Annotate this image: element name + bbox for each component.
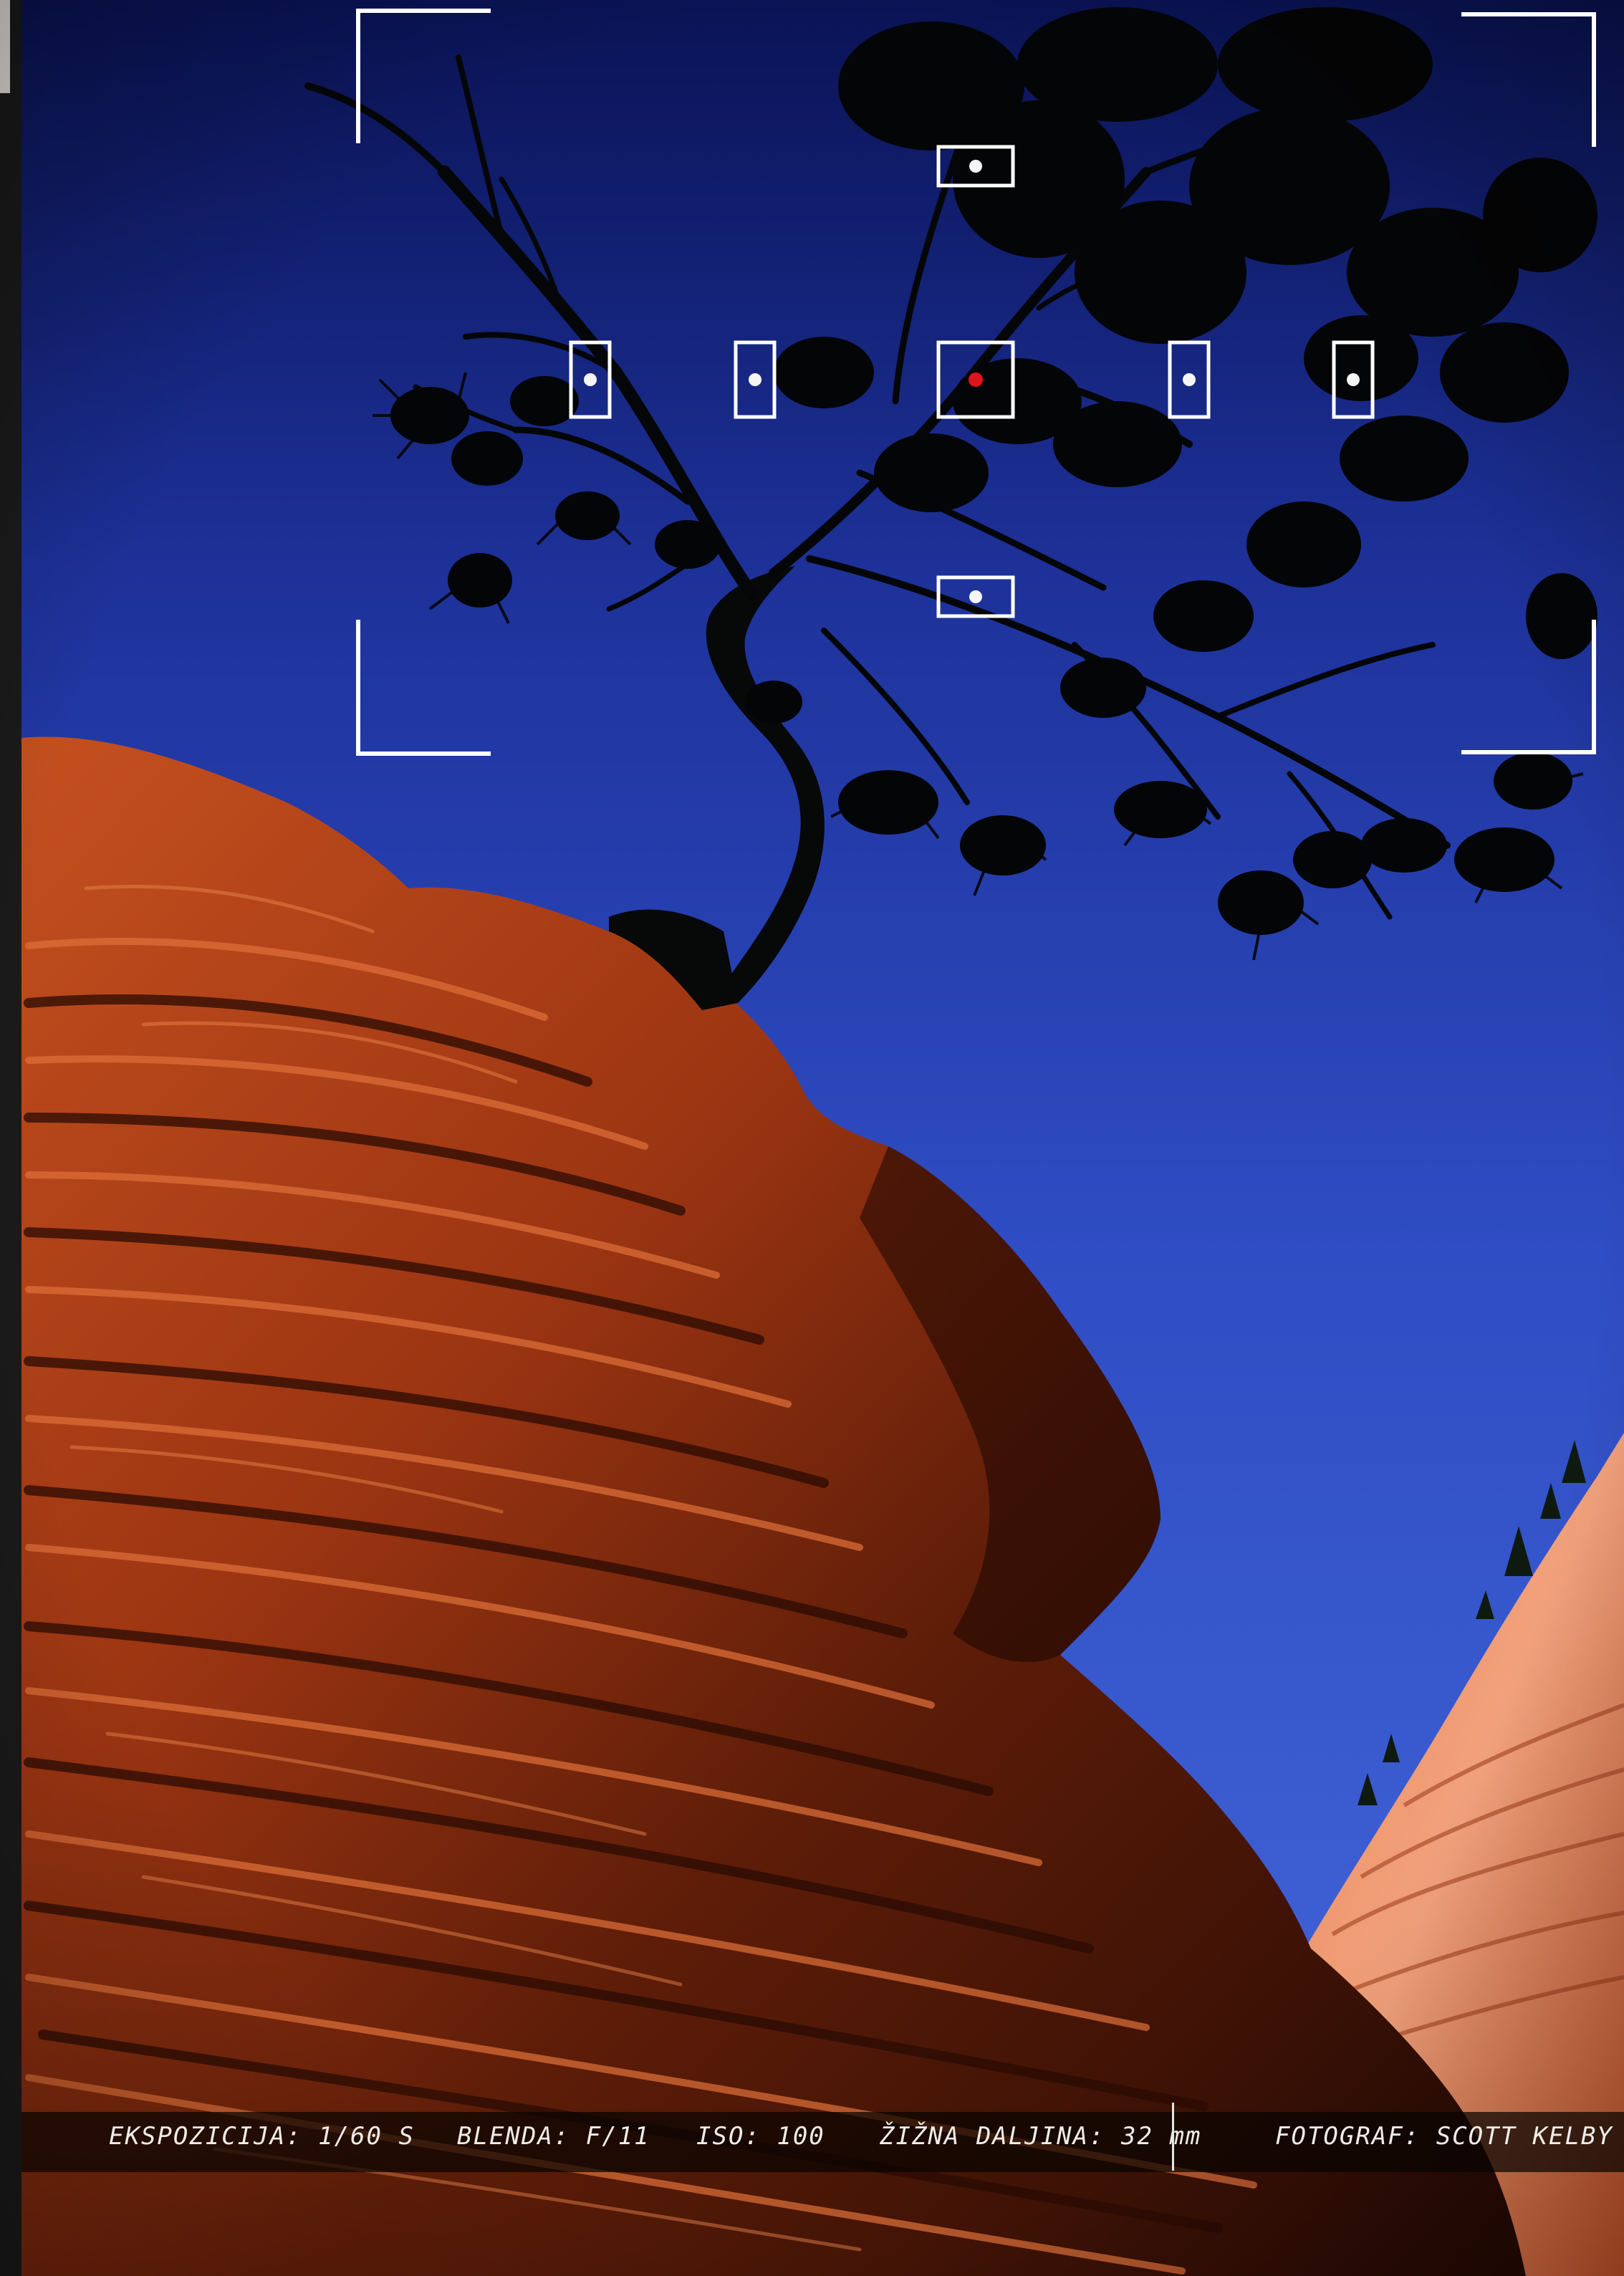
frame-corner-bottom-left xyxy=(356,620,491,756)
aperture-label: BLENDA: F/11 xyxy=(457,2122,650,2151)
frame-corner-top-right xyxy=(1461,12,1596,147)
focal-length-label: ŽIŽNA DALJINA: 32 mm xyxy=(880,2122,1202,2151)
frame-corner-bottom-right xyxy=(1461,620,1596,754)
frame-corner-top-left xyxy=(356,9,491,143)
exposure-label: EKSPOZICIJA: 1/60 S xyxy=(109,2122,415,2151)
info-divider xyxy=(1172,2103,1174,2171)
active-focus-point-dot xyxy=(969,373,983,387)
viewfinder-overlay xyxy=(356,9,1596,756)
photographer-credit: FOTOGRAF: SCOTT KELBY xyxy=(1275,2122,1613,2151)
iso-label: ISO: 100 xyxy=(696,2122,825,2151)
